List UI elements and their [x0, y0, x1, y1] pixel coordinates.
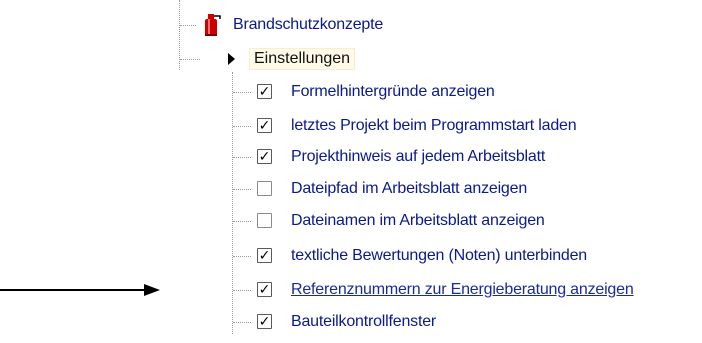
tree-connector	[180, 25, 196, 26]
option-checkbox[interactable]: ✓	[257, 314, 272, 329]
tree-connector	[233, 126, 251, 127]
tree-connector	[180, 59, 200, 60]
option-label: Projekthinweis auf jedem Arbeitsblatt	[291, 148, 546, 165]
checkmark-icon: ✓	[258, 247, 271, 264]
option-checkbox[interactable]: ✓	[257, 248, 272, 263]
option-checkbox[interactable]	[257, 181, 272, 196]
option-checkbox[interactable]: ✓	[257, 84, 272, 99]
tree-connector	[233, 221, 251, 222]
tree-item-brandschutzkonzepte[interactable]: Brandschutzkonzepte	[199, 12, 383, 38]
checkmark-icon: ✓	[258, 117, 271, 134]
option-label: letztes Projekt beim Programmstart laden	[291, 117, 577, 134]
option-label: Bauteilkontrollfenster	[291, 313, 437, 330]
option-label: Dateipfad im Arbeitsblatt anzeigen	[291, 180, 528, 197]
option-row[interactable]: Formelhintergründe anzeigen	[291, 79, 495, 105]
option-row[interactable]: letztes Projekt beim Programmstart laden	[291, 113, 577, 139]
checkmark-icon: ✓	[258, 83, 271, 100]
tree-connector	[233, 290, 251, 291]
option-row[interactable]: Bauteilkontrollfenster	[291, 309, 436, 335]
tree-connector	[233, 157, 251, 158]
option-link-label[interactable]: Referenznummern zur Energieberatung anze…	[291, 281, 634, 299]
pointer-arrow-icon	[0, 284, 160, 296]
expand-triangle-icon[interactable]	[228, 53, 235, 65]
tree-connector	[233, 256, 251, 257]
option-row[interactable]: Dateipfad im Arbeitsblatt anzeigen	[291, 176, 527, 202]
tree-item-label: Brandschutzkonzepte	[233, 16, 384, 33]
checkmark-icon: ✓	[258, 313, 271, 330]
option-label: Formelhintergründe anzeigen	[291, 83, 495, 100]
option-checkbox[interactable]: ✓	[257, 118, 272, 133]
tree-item-label: Einstellungen	[249, 48, 356, 70]
settings-tree: Brandschutzkonzepte Einstellungen ✓ Form…	[171, 0, 702, 343]
checkmark-icon: ✓	[258, 281, 271, 298]
option-row-link[interactable]: Referenznummern zur Energieberatung anze…	[291, 277, 634, 303]
option-checkbox[interactable]	[257, 213, 272, 228]
tree-connector	[232, 72, 233, 334]
option-row[interactable]: Projekthinweis auf jedem Arbeitsblatt	[291, 144, 545, 170]
option-row[interactable]: Dateinamen im Arbeitsblatt anzeigen	[291, 208, 545, 234]
option-checkbox[interactable]: ✓	[257, 149, 272, 164]
tree-item-einstellungen[interactable]: Einstellungen	[249, 46, 356, 72]
option-row[interactable]: textliche Bewertungen (Noten) unterbinde…	[291, 243, 587, 269]
option-label: Dateinamen im Arbeitsblatt anzeigen	[291, 212, 545, 229]
checkmark-icon: ✓	[258, 148, 271, 165]
tree-connector	[233, 322, 251, 323]
option-label: textliche Bewertungen (Noten) unterbinde…	[291, 247, 587, 264]
fire-extinguisher-icon	[205, 14, 221, 36]
tree-connector	[233, 92, 251, 93]
tree-connector	[233, 189, 251, 190]
option-checkbox[interactable]: ✓	[257, 282, 272, 297]
